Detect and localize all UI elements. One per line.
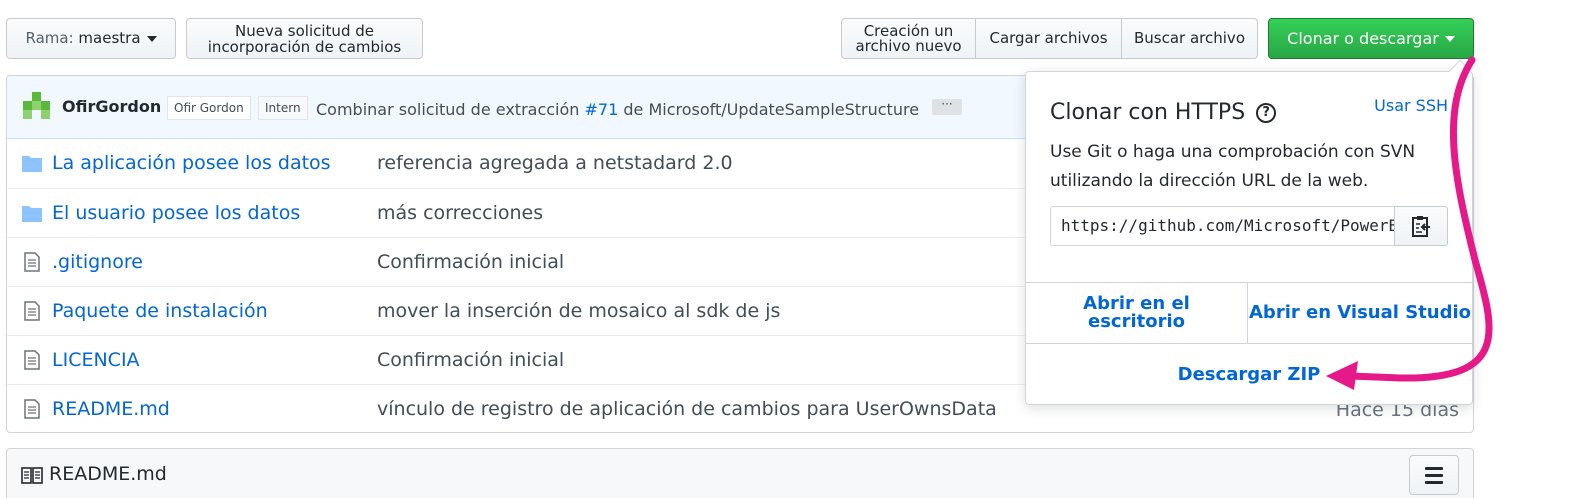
find-file-button[interactable]: Buscar archivo [1122, 18, 1258, 59]
clone-download-button[interactable]: Clonar o descargar [1268, 18, 1474, 59]
file-commit-message[interactable]: vínculo de registro de aplicación de cam… [377, 398, 997, 420]
commit-message-suffix: de Microsoft/UpdateSampleStructure [623, 100, 920, 119]
copy-url-button[interactable] [1394, 206, 1448, 246]
author-badge: Ofir Gordon [167, 96, 251, 120]
clone-url-input[interactable]: https://github.com/Microsoft/PowerBI-Dev… [1050, 206, 1395, 246]
readme-title: README.md [49, 463, 167, 485]
avatar[interactable] [23, 92, 51, 120]
pull-request-link[interactable]: #71 [585, 100, 619, 119]
new-pr-label-line1: Nueva solicitud de [235, 21, 374, 40]
clipboard-icon [1412, 216, 1430, 237]
file-actions-group: Creación un archivo nuevo Cargar archivo… [841, 18, 1258, 59]
chevron-down-icon [146, 35, 157, 42]
clone-download-label: Clonar o descargar [1287, 29, 1439, 48]
use-ssh-link[interactable]: Usar SSH [1374, 96, 1448, 115]
file-icon [24, 301, 40, 321]
hamburger-icon [1425, 466, 1443, 470]
create-file-line2: archivo nuevo [855, 36, 962, 55]
file-name-link[interactable]: README.md [52, 398, 170, 420]
help-icon[interactable]: ? [1256, 103, 1277, 123]
commit-message-prefix: Combinar solicitud de extracción [316, 100, 580, 119]
file-name-link[interactable]: La aplicación posee los datos [52, 152, 331, 174]
open-actions: Abrir en el escritorio Abrir en Visual S… [1026, 282, 1472, 344]
file-commit-message[interactable]: mover la inserción de mosaico al sdk de … [377, 300, 780, 322]
open-desktop-button[interactable]: Abrir en el escritorio [1026, 283, 1248, 343]
file-commit-message[interactable]: más correcciones [377, 202, 543, 224]
expand-commit-button[interactable]: ··· [932, 98, 962, 115]
download-zip-button[interactable]: Descargar ZIP [1026, 344, 1472, 404]
file-icon [24, 399, 40, 419]
new-pull-request-button[interactable]: Nueva solicitud de incorporación de camb… [186, 18, 423, 59]
clone-dropdown: Clonar con HTTPS ? Usar SSH Use Git o ha… [1025, 59, 1473, 405]
create-file-button[interactable]: Creación un archivo nuevo [841, 18, 976, 59]
file-icon [24, 350, 40, 370]
folder-icon [22, 206, 42, 222]
readme-menu-button[interactable] [1409, 455, 1459, 495]
file-name-link[interactable]: Paquete de instalación [52, 300, 268, 322]
role-badge: Intern [258, 96, 308, 120]
open-desktop-line2: escritorio [1087, 311, 1186, 332]
file-name-link[interactable]: LICENCIA [52, 349, 140, 371]
branch-name: maestra [78, 29, 141, 47]
branch-prefix: Rama: [25, 29, 74, 47]
book-icon [21, 467, 43, 484]
file-commit-message[interactable]: Confirmación inicial [377, 349, 564, 371]
clone-title-text: Clonar con HTTPS [1050, 100, 1246, 125]
clone-title: Clonar con HTTPS ? [1050, 100, 1277, 125]
file-name-link[interactable]: El usuario posee los datos [52, 202, 300, 224]
branch-select-button[interactable]: Rama: maestra [6, 18, 176, 59]
open-visual-studio-button[interactable]: Abrir en Visual Studio [1248, 283, 1472, 343]
commit-author-link[interactable]: OfirGordon [62, 97, 161, 116]
file-name-link[interactable]: .gitignore [52, 251, 143, 273]
file-icon [24, 252, 40, 272]
new-pr-label-line2: incorporación de cambios [207, 37, 402, 56]
clone-description: Use Git o haga una comprobación con SVN … [1050, 142, 1416, 191]
upload-files-button[interactable]: Cargar archivos [976, 18, 1122, 59]
file-commit-message[interactable]: Confirmación inicial [377, 251, 564, 273]
readme-header: README.md [6, 448, 1474, 498]
commit-message: Combinar solicitud de extracción #71 de … [316, 100, 919, 119]
file-commit-message[interactable]: referencia agregada a netstadard 2.0 [377, 152, 733, 174]
folder-icon [22, 156, 42, 172]
dropdown-tip [1448, 59, 1472, 83]
chevron-down-icon [1444, 35, 1455, 42]
